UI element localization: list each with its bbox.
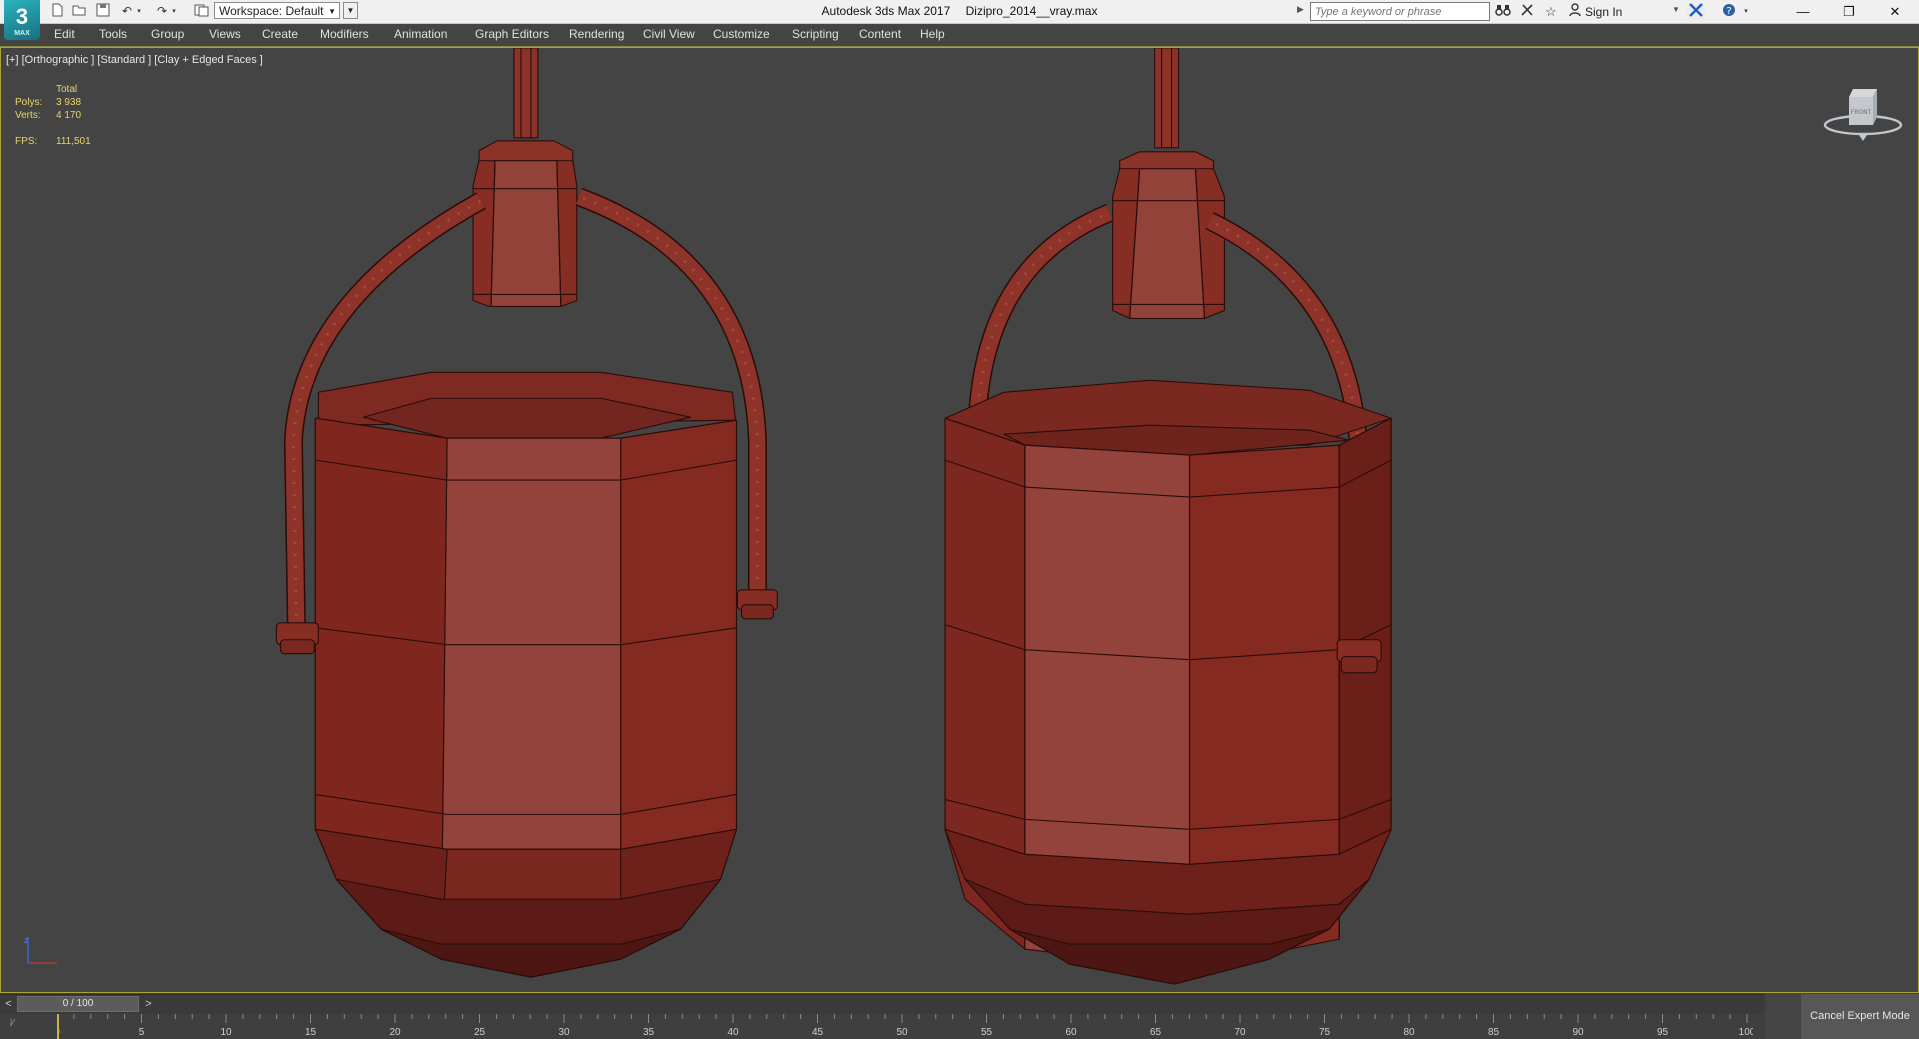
ruler-tick-label: 65 [1150,1027,1162,1038]
viewport[interactable]: [+] [Orthographic ] [Standard ] [Clay + … [0,47,1919,993]
close-icon[interactable]: ✕ [1872,0,1918,23]
binoculars-icon[interactable] [1494,3,1512,20]
menu-edit[interactable]: Edit [54,27,75,41]
menu-help[interactable]: Help [920,27,945,41]
svg-text:z: z [24,936,28,945]
ruler-tick-label: 85 [1488,1027,1500,1038]
viewcube-icon[interactable]: FRONT [1823,83,1903,143]
ruler-tick-label: 15 [305,1027,317,1038]
redo-dropdown-icon[interactable]: ▾ [169,3,179,20]
time-slider[interactable]: < 0 / 100 > [0,994,1765,1014]
lamp-right[interactable] [944,48,1392,985]
next-frame-icon[interactable]: > [141,997,156,1012]
ruler-tick-label: 100 [1739,1027,1753,1038]
ruler-tick-label: 25 [474,1027,486,1038]
exchange-apps-icon[interactable] [1687,3,1705,20]
ruler-tick-label: 10 [220,1027,232,1038]
open-file-icon[interactable] [70,3,88,20]
search-input[interactable] [1310,2,1490,21]
menu-customize[interactable]: Customize [713,27,770,41]
viewcube-label: FRONT [1851,109,1872,116]
user-icon[interactable] [1566,3,1584,20]
workspace-label: Workspace: Default [219,4,324,18]
save-icon[interactable] [94,3,112,20]
chevron-down-icon: ▼ [328,7,336,16]
menu-views[interactable]: Views [209,27,241,41]
menu-bar: Edit Tools Group Views Create Modifiers … [0,24,1919,47]
app-title: Autodesk 3ds Max 2017 [821,4,951,18]
cancel-expert-mode-button[interactable]: Cancel Expert Mode [1801,994,1919,1039]
ruler-tick-label: 70 [1234,1027,1246,1038]
menu-rendering[interactable]: Rendering [569,27,624,41]
file-name: Dizipro_2014__vray.max [965,4,1098,18]
ruler-tick-label: 40 [727,1027,739,1038]
help-icon[interactable]: ? [1720,3,1738,20]
ruler-tick-label: 90 [1572,1027,1584,1038]
workspace-menu-icon[interactable]: ▼ [343,2,358,19]
menu-tools[interactable]: Tools [99,27,127,41]
ruler-tick-label: 95 [1657,1027,1669,1038]
svg-text:?: ? [1726,6,1731,17]
axis-gizmo-icon: z [24,936,57,964]
project-folder-icon[interactable] [192,3,210,20]
ruler-tick-label: 20 [389,1027,401,1038]
workspace-dropdown[interactable]: Workspace: Default ▼ [214,2,340,19]
ruler-tick-label: 55 [981,1027,993,1038]
chevron-down-icon[interactable]: ▼ [1672,5,1680,14]
menu-create[interactable]: Create [262,27,298,41]
app-logo[interactable]: 3 MAX [4,0,40,40]
menu-group[interactable]: Group [151,27,184,41]
ruler-tick-label: 60 [1065,1027,1077,1038]
menu-animation[interactable]: Animation [394,27,447,41]
ruler-tick-label: 75 [1319,1027,1331,1038]
help-dropdown-icon[interactable]: ▾ [1741,3,1751,20]
app-logo-text: 3 [15,4,29,29]
current-frame-marker[interactable] [57,1014,59,1039]
star-icon[interactable]: ☆ [1542,3,1560,20]
menu-graph-editors[interactable]: Graph Editors [475,27,549,41]
menu-civil-view[interactable]: Civil View [643,27,695,41]
menu-modifiers[interactable]: Modifiers [320,27,369,41]
time-slider-thumb[interactable]: 0 / 100 [17,996,139,1012]
app-logo-sub: MAX [14,30,30,37]
lamp-left[interactable] [275,48,778,978]
scene-render[interactable] [1,48,1918,992]
ruler-tick-label: 35 [643,1027,655,1038]
menu-scripting[interactable]: Scripting [792,27,839,41]
curve-editor-icon[interactable]: ⦚∕ [10,1018,14,1029]
undo-dropdown-icon[interactable]: ▾ [134,3,144,20]
restore-icon[interactable]: ❐ [1826,0,1872,23]
communication-center-icon[interactable] [1518,3,1536,20]
ruler-tick-label: 80 [1403,1027,1415,1038]
new-file-icon[interactable] [48,3,66,20]
sign-in-button[interactable]: Sign In [1585,5,1622,19]
prev-frame-icon[interactable]: < [1,997,16,1012]
menu-content[interactable]: Content [859,27,901,41]
trackbar[interactable]: ⦚∕ 0510152025303540455055606570758085909… [0,1014,1765,1039]
timeline-panel: < 0 / 100 > ⦚∕ 0510152025303540455055606… [0,994,1919,1039]
search-expand-icon[interactable]: ▶ [1297,4,1304,15]
ruler-tick-label: 5 [139,1027,145,1038]
minimize-icon[interactable]: — [1780,0,1826,23]
frame-ruler[interactable]: 0510152025303540455055606570758085909510… [57,1014,1753,1039]
title-bar: 3 MAX ↶ ▾ ↷ ▾ Workspace: Default ▼ ▼ Aut… [0,0,1919,40]
ruler-tick-label: 45 [812,1027,824,1038]
ruler-tick-label: 30 [558,1027,570,1038]
ruler-tick-label: 50 [896,1027,908,1038]
